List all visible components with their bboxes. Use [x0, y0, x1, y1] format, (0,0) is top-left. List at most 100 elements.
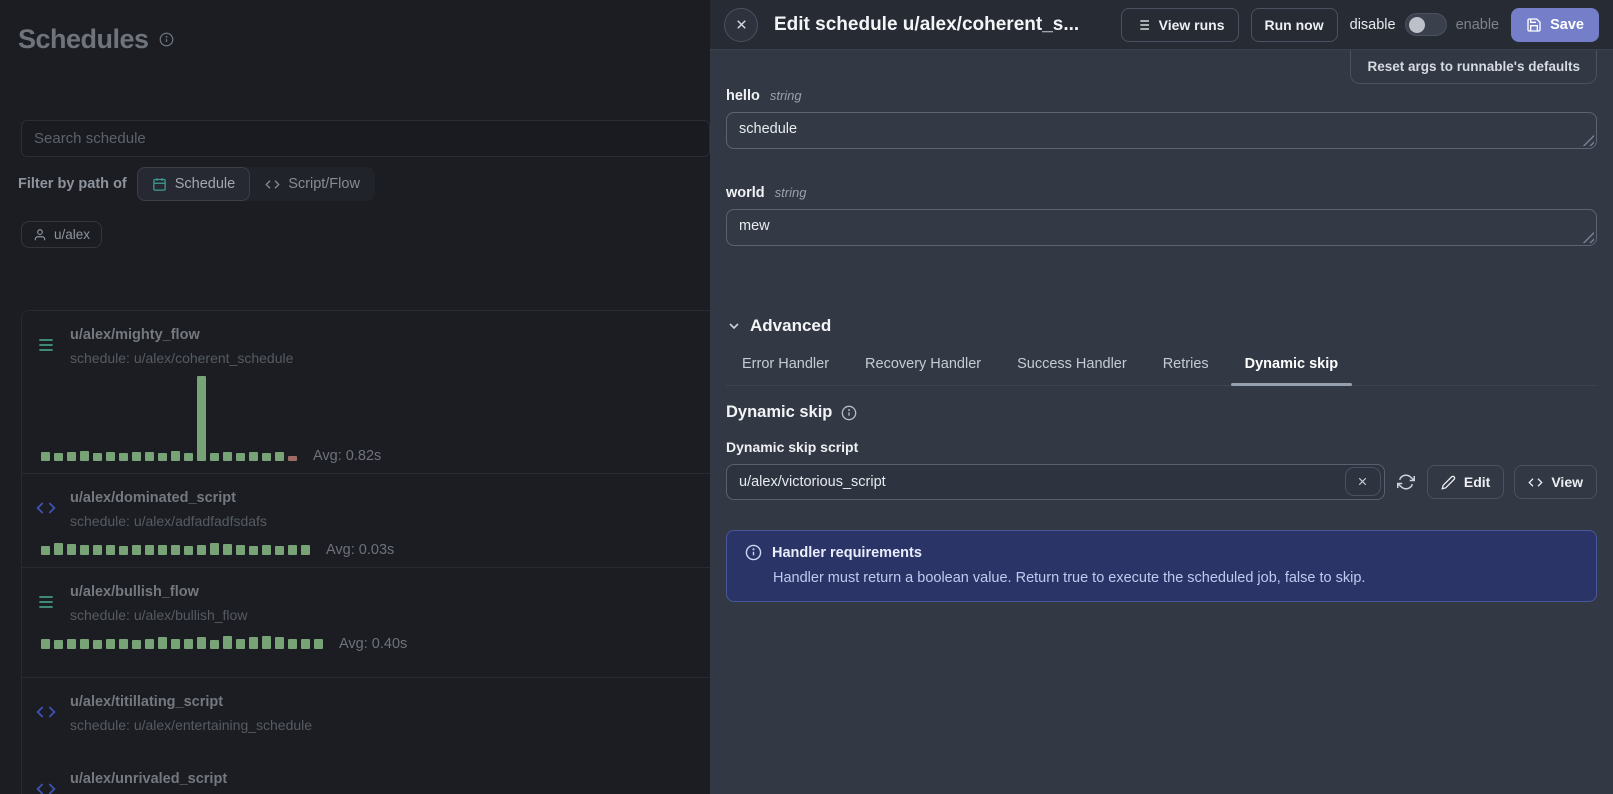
run-bar[interactable]: [262, 453, 271, 461]
run-bar[interactable]: [249, 546, 258, 555]
enable-toggle[interactable]: [1405, 13, 1447, 36]
run-bar[interactable]: [262, 636, 271, 649]
schedule-list-item[interactable]: u/alex/unrivaled_script: [22, 755, 710, 794]
run-bar[interactable]: [288, 639, 297, 649]
run-bar[interactable]: [236, 545, 245, 555]
run-bar[interactable]: [249, 452, 258, 461]
run-bar[interactable]: [132, 640, 141, 649]
reset-args-button[interactable]: Reset args to runnable's defaults: [1350, 50, 1597, 84]
run-bar[interactable]: [171, 451, 180, 461]
run-bar[interactable]: [197, 637, 206, 649]
runs-sparkline: Avg: 0.40s: [41, 633, 710, 649]
run-bar[interactable]: [80, 639, 89, 649]
run-bar[interactable]: [67, 452, 76, 461]
filter-option-button[interactable]: Schedule: [137, 167, 250, 201]
tab[interactable]: Retries: [1163, 356, 1209, 385]
run-bar[interactable]: [275, 546, 284, 555]
schedule-list-item[interactable]: u/alex/mighty_flow schedule: u/alex/cohe…: [22, 311, 710, 474]
run-bar[interactable]: [171, 639, 180, 649]
run-bar[interactable]: [288, 545, 297, 555]
run-now-button[interactable]: Run now: [1251, 8, 1338, 42]
run-bar[interactable]: [119, 546, 128, 555]
close-button[interactable]: [724, 8, 758, 42]
run-bar[interactable]: [80, 451, 89, 461]
schedule-list-item[interactable]: u/alex/dominated_script schedule: u/alex…: [22, 474, 710, 568]
run-bar[interactable]: [106, 452, 115, 461]
run-bar[interactable]: [275, 452, 284, 461]
run-bar[interactable]: [210, 453, 219, 461]
tab[interactable]: Dynamic skip: [1245, 356, 1339, 385]
run-bar[interactable]: [54, 640, 63, 649]
view-runs-button[interactable]: View runs: [1121, 8, 1239, 42]
run-bar[interactable]: [223, 544, 232, 555]
run-bar[interactable]: [210, 543, 219, 555]
run-bar[interactable]: [171, 545, 180, 555]
run-bar[interactable]: [93, 453, 102, 461]
world-input[interactable]: mew: [726, 209, 1597, 246]
search-input[interactable]: [21, 120, 710, 157]
info-icon[interactable]: [841, 405, 857, 421]
run-bar[interactable]: [184, 639, 193, 649]
script-path-input[interactable]: [726, 464, 1385, 500]
run-bar[interactable]: [275, 637, 284, 649]
run-bar[interactable]: [249, 637, 258, 649]
owner-filter-chip[interactable]: u/alex: [21, 221, 102, 248]
run-bar[interactable]: [132, 452, 141, 461]
run-bar[interactable]: [106, 639, 115, 649]
refresh-script-button[interactable]: [1395, 473, 1417, 491]
run-bar[interactable]: [197, 545, 206, 555]
run-bar[interactable]: [184, 453, 193, 461]
tab[interactable]: Recovery Handler: [865, 356, 981, 385]
run-bar[interactable]: [41, 452, 50, 461]
edit-script-button[interactable]: Edit: [1427, 465, 1504, 499]
schedule-list-item[interactable]: u/alex/titillating_script schedule: u/al…: [22, 678, 710, 755]
run-bar[interactable]: [119, 639, 128, 649]
info-icon[interactable]: [159, 32, 174, 47]
advanced-section-toggle[interactable]: Advanced: [726, 316, 1597, 336]
run-bar[interactable]: [54, 543, 63, 555]
run-bar[interactable]: [106, 545, 115, 555]
run-bar[interactable]: [67, 639, 76, 649]
save-button[interactable]: Save: [1511, 8, 1599, 42]
clear-script-button[interactable]: [1345, 467, 1381, 496]
run-bar[interactable]: [236, 639, 245, 649]
tab-label: Recovery Handler: [865, 356, 981, 372]
run-bar[interactable]: [314, 639, 323, 649]
hello-input[interactable]: schedule: [726, 112, 1597, 149]
tab[interactable]: Error Handler: [742, 356, 829, 385]
run-bar[interactable]: [145, 452, 154, 461]
run-bar[interactable]: [41, 546, 50, 555]
tab[interactable]: Success Handler: [1017, 356, 1127, 385]
run-bar[interactable]: [80, 545, 89, 555]
tab-label: Error Handler: [742, 356, 829, 372]
run-bar[interactable]: [158, 637, 167, 649]
run-bar[interactable]: [223, 452, 232, 461]
run-bar[interactable]: [119, 453, 128, 461]
run-bar[interactable]: [262, 545, 271, 555]
run-bar[interactable]: [210, 640, 219, 649]
run-bar[interactable]: [184, 546, 193, 555]
run-bar[interactable]: [93, 545, 102, 555]
run-bar[interactable]: [236, 453, 245, 461]
schedule-subtitle: schedule: u/alex/bullish_flow: [70, 607, 247, 623]
run-bar[interactable]: [301, 545, 310, 555]
avg-duration-label: Avg: 0.40s: [339, 636, 407, 652]
schedule-path: u/alex/bullish_flow: [70, 580, 247, 600]
schedule-list-item[interactable]: u/alex/bullish_flow schedule: u/alex/bul…: [22, 568, 710, 678]
run-bar[interactable]: [93, 640, 102, 649]
filter-option-button[interactable]: Script/Flow: [250, 167, 375, 201]
run-bar[interactable]: [132, 545, 141, 555]
run-bar[interactable]: [197, 376, 206, 461]
run-bar[interactable]: [158, 453, 167, 461]
run-bar[interactable]: [145, 545, 154, 555]
run-bar[interactable]: [41, 639, 50, 649]
run-bar[interactable]: [54, 453, 63, 461]
run-bar[interactable]: [67, 544, 76, 555]
run-bar[interactable]: [301, 639, 310, 649]
run-bar[interactable]: [145, 639, 154, 649]
run-bar[interactable]: [288, 456, 297, 461]
run-bar[interactable]: [158, 545, 167, 555]
view-script-button[interactable]: View: [1514, 465, 1597, 499]
run-bar[interactable]: [223, 636, 232, 649]
field-name: hello: [726, 88, 760, 104]
